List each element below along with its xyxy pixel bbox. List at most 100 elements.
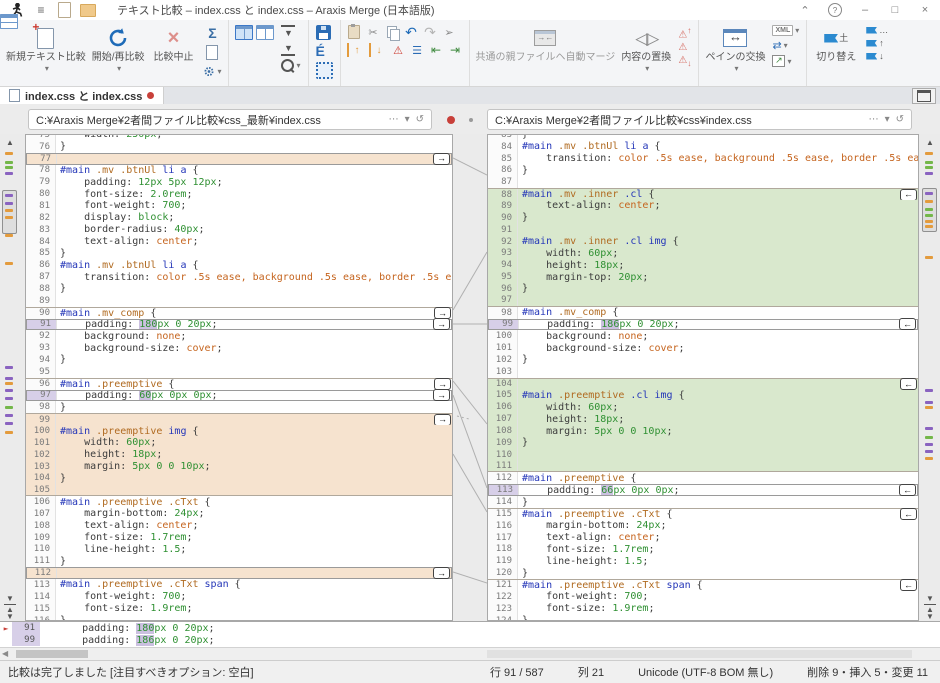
change-marker[interactable] — [5, 431, 13, 434]
dropdown-caret-icon[interactable]: ▾ — [405, 114, 410, 125]
right-code-pane[interactable]: 83}84#main .mv .btnUl li a {85 transitio… — [487, 134, 919, 621]
change-marker[interactable] — [5, 389, 13, 392]
change-marker[interactable] — [5, 194, 13, 197]
change-marker[interactable] — [925, 220, 933, 223]
remove-markers-button[interactable]: ⚠ — [391, 43, 406, 57]
left-overview-strip[interactable]: ▲▼▲▼ — [0, 134, 24, 621]
comparison-tab[interactable]: index.css と index.css — [0, 87, 164, 104]
change-marker[interactable] — [925, 166, 933, 169]
statistics-button[interactable]: Σ — [203, 25, 221, 41]
browse-ellipsis-icon[interactable]: ⋯ — [389, 114, 399, 125]
layout-three-panes-button[interactable] — [256, 25, 274, 40]
change-marker[interactable] — [925, 214, 933, 217]
change-marker[interactable] — [925, 152, 933, 155]
left-file-path-field[interactable]: C:¥Araxis Merge¥2者間ファイル比較¥css_最新¥index.c… — [28, 109, 432, 130]
next-bookmark-button[interactable]: ↓ — [866, 51, 888, 61]
merge-to-left-button[interactable]: ← — [900, 378, 917, 390]
change-marker[interactable] — [5, 216, 13, 219]
cut-button[interactable]: ✂ — [366, 25, 381, 39]
minimize-button[interactable]: – — [850, 0, 880, 20]
change-marker[interactable] — [5, 377, 13, 380]
start-recompare-button[interactable]: 開始/再比較▾ — [90, 23, 147, 75]
options-gear-button[interactable]: ▾ — [203, 63, 221, 79]
outdent-button[interactable]: ⇤ — [429, 43, 444, 57]
previous-change-icon[interactable]: ▲ — [924, 138, 936, 147]
previous-change-icon[interactable]: ▲ — [4, 138, 16, 147]
change-marker[interactable] — [925, 172, 933, 175]
layout-two-panes-button[interactable] — [235, 25, 253, 40]
change-marker[interactable] — [5, 422, 13, 425]
maximize-button[interactable]: □ — [880, 0, 910, 20]
change-marker[interactable] — [925, 457, 933, 460]
merge-to-right-button[interactable]: → — [433, 318, 450, 330]
merge-to-right-button[interactable]: → — [433, 567, 450, 579]
previous-change-button[interactable]: ↑ — [347, 43, 365, 57]
right-pane-scroll-track[interactable] — [487, 650, 912, 658]
layout-horizontal3-button[interactable] — [0, 14, 18, 29]
next-change-icon[interactable]: ▼ — [4, 594, 16, 603]
report-button[interactable] — [203, 44, 221, 60]
history-icon[interactable]: ↺ — [416, 114, 424, 125]
change-marker[interactable] — [925, 443, 933, 446]
change-marker[interactable] — [5, 152, 13, 155]
export-button[interactable]: ↗▾ — [772, 55, 799, 67]
indent-button[interactable]: ⇥ — [448, 43, 463, 57]
merge-to-right-button[interactable]: → — [434, 414, 451, 426]
next-change-button[interactable]: ↓ — [369, 43, 387, 57]
change-marker[interactable] — [5, 234, 13, 237]
change-marker[interactable] — [925, 161, 933, 164]
redo-button[interactable]: ↷ — [423, 25, 438, 39]
replace-content-button[interactable]: ◁▷ 内容の置換▾ — [619, 23, 673, 75]
collapse-ribbon-icon[interactable]: ⌃ — [790, 0, 820, 20]
merge-to-right-button[interactable]: → — [434, 378, 451, 390]
toggle-bookmark-button[interactable]: 土 切り替え — [811, 23, 861, 64]
change-marker[interactable] — [925, 256, 933, 259]
merge-to-right-button[interactable]: → — [434, 307, 451, 319]
new-document-icon[interactable] — [58, 2, 71, 18]
pane-window-button[interactable] — [912, 88, 936, 104]
right-file-path-field[interactable]: C:¥Araxis Merge¥2者間ファイル比較¥css¥index.css … — [487, 109, 912, 130]
merge-to-left-button[interactable]: ← — [900, 579, 917, 591]
change-marker[interactable] — [925, 389, 933, 392]
scroll-left-icon[interactable]: ◀ — [2, 649, 8, 658]
change-marker[interactable] — [925, 225, 933, 228]
left-code-pane[interactable]: 75 width: 250px;76}77→78#main .mv .btnUl… — [25, 134, 453, 621]
swap-panes-button[interactable]: ↔ ペインの交換▾ — [703, 23, 767, 75]
xml-compare-button[interactable]: XML▾ — [772, 25, 799, 36]
copy-button[interactable] — [385, 25, 400, 39]
change-marker[interactable] — [5, 262, 13, 265]
merge-to-right-button[interactable]: → — [433, 153, 450, 165]
horizontal-scrollbar[interactable]: ◀ — [0, 647, 940, 660]
warning-up-button[interactable]: ⚠↑ — [678, 25, 691, 40]
close-button[interactable]: × — [910, 0, 940, 20]
open-folder-icon[interactable] — [80, 4, 96, 17]
zoom-button[interactable]: ▾ — [281, 59, 300, 72]
pointer-mode-button[interactable]: ➢ — [442, 25, 457, 39]
merge-to-left-button[interactable]: ← — [900, 508, 917, 520]
change-marker[interactable] — [925, 200, 933, 203]
change-marker[interactable] — [5, 166, 13, 169]
ocr-button[interactable] — [316, 62, 333, 79]
auto-merge-button[interactable]: →← 共通の親ファイルヘ自動マージ — [474, 23, 618, 64]
right-overview-strip[interactable]: ▲▼▲▼ — [916, 134, 940, 621]
merge-to-left-button[interactable]: ← — [899, 484, 916, 496]
merge-to-left-button[interactable]: ← — [900, 189, 917, 201]
browse-ellipsis-icon[interactable]: ⋯ — [869, 114, 879, 125]
merge-to-left-button[interactable]: ← — [899, 318, 916, 330]
change-marker[interactable] — [5, 172, 13, 175]
change-marker[interactable] — [925, 208, 933, 211]
warning-down-button[interactable]: ⚠↓ — [678, 56, 691, 68]
change-marker[interactable] — [925, 406, 933, 409]
scroll-to-bottom-button[interactable]: ▼ — [281, 42, 295, 56]
change-marker[interactable] — [5, 161, 13, 164]
sync-button[interactable]: ⇄▾ — [772, 39, 799, 52]
change-marker[interactable] — [5, 209, 13, 212]
encoding-button[interactable]: É — [316, 43, 333, 59]
change-marker[interactable] — [925, 401, 933, 404]
change-marker[interactable] — [5, 414, 13, 417]
change-marker[interactable] — [5, 202, 13, 205]
new-text-compare-button[interactable]: + 新規テキスト比較▾ — [4, 23, 88, 75]
change-marker[interactable] — [5, 397, 13, 400]
bookmark-list-button[interactable]: … — [866, 25, 888, 35]
accept-changes-button[interactable]: ☰ — [410, 43, 425, 57]
